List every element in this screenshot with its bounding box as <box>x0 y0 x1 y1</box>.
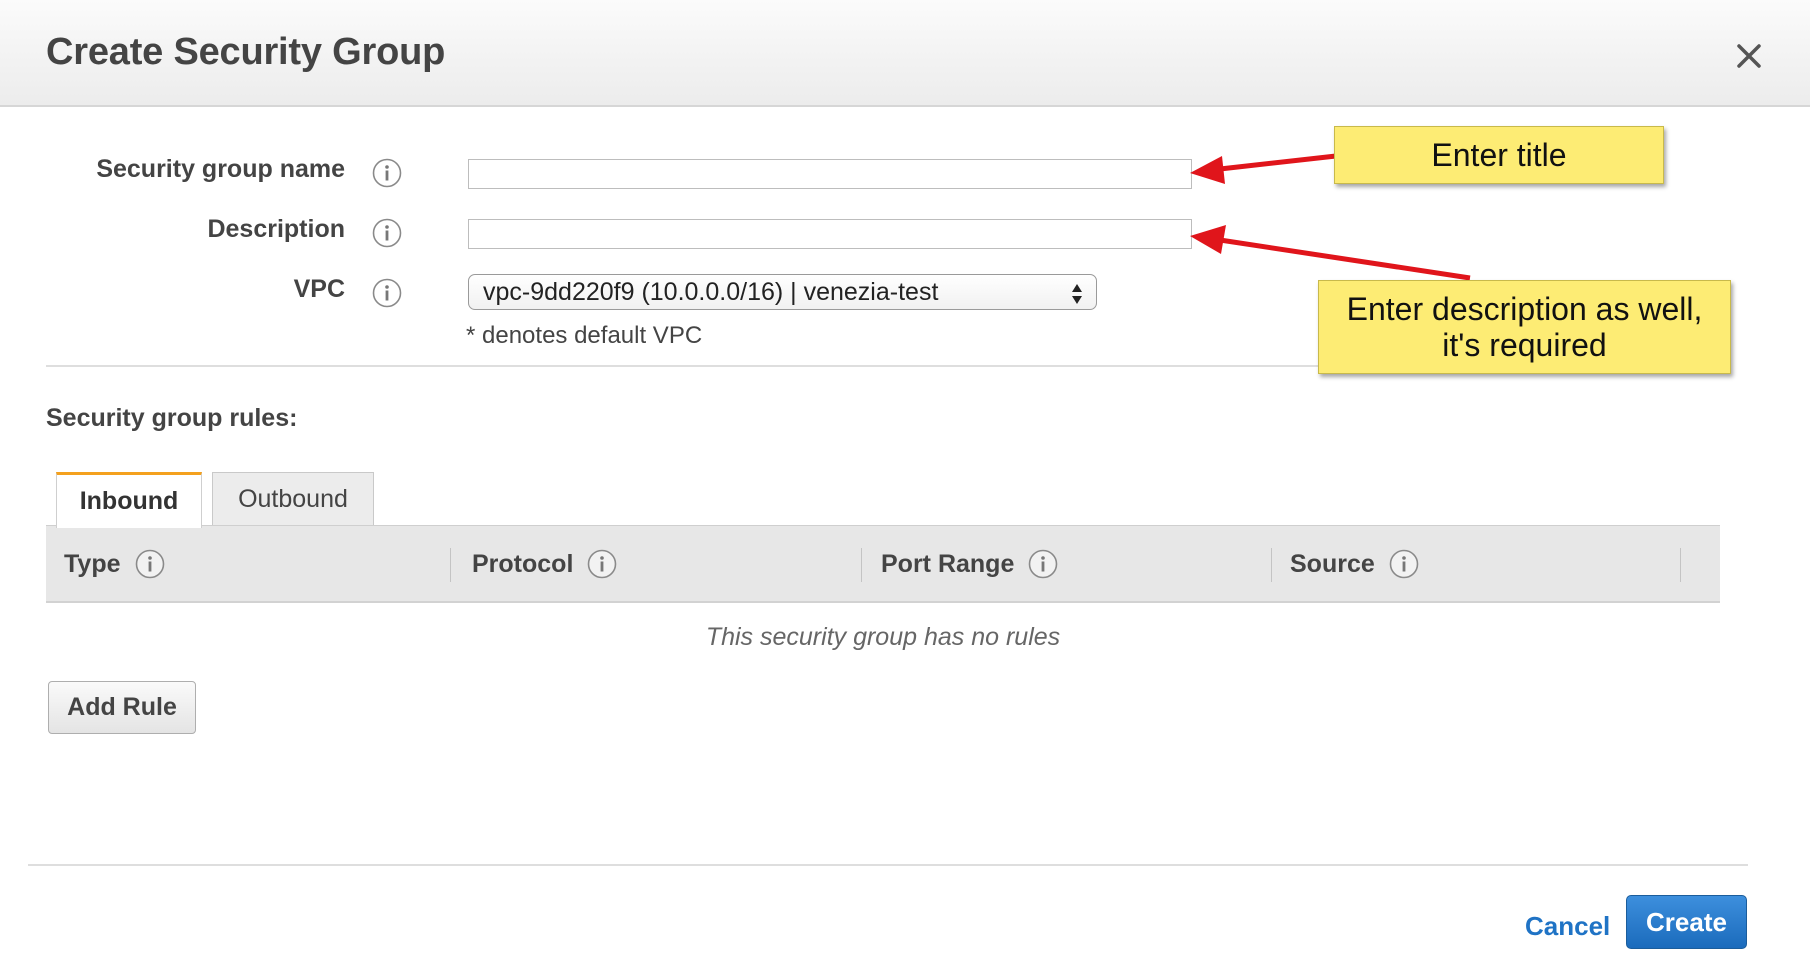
column-separator <box>861 548 862 582</box>
column-port-range[interactable]: Port Range <box>881 526 1058 602</box>
dialog-header: Create Security Group <box>0 0 1810 107</box>
tab-inbound-label: Inbound <box>79 487 179 515</box>
column-type-label: Type <box>64 549 121 578</box>
description-label-wrap: Description <box>95 215 345 247</box>
column-port-range-label: Port Range <box>881 549 1015 578</box>
annotation-note-title-text: Enter title <box>1431 137 1567 173</box>
column-source-label: Source <box>1290 549 1375 578</box>
arrow-to-name-input <box>1190 153 1337 184</box>
column-type[interactable]: Type <box>64 526 165 602</box>
description-label: Description <box>207 215 345 243</box>
empty-rules-message: This security group has no rules <box>705 623 1061 651</box>
column-separator <box>1680 548 1681 582</box>
select-arrows-icon <box>1072 284 1082 304</box>
annotation-note-description-text: Enter description as well, it's required <box>1346 291 1703 363</box>
close-icon[interactable] <box>1734 41 1764 71</box>
description-input[interactable] <box>468 219 1192 249</box>
vpc-label-wrap: VPC <box>95 275 345 307</box>
security-group-name-label: Security group name <box>96 155 345 183</box>
vpc-selected-value: vpc-9dd220f9 (10.0.0.0/16) | venezia-tes… <box>483 278 939 306</box>
security-group-name-input[interactable] <box>468 159 1192 189</box>
rules-table-header: Type Protocol Port Range Source <box>46 525 1720 603</box>
info-icon[interactable] <box>372 278 402 308</box>
dialog-title: Create Security Group <box>46 31 446 73</box>
footer-divider <box>28 864 1748 866</box>
info-icon[interactable] <box>135 549 165 579</box>
info-icon[interactable] <box>1389 549 1419 579</box>
tab-outbound-label: Outbound <box>238 485 348 513</box>
vpc-select[interactable]: vpc-9dd220f9 (10.0.0.0/16) | venezia-tes… <box>468 274 1097 310</box>
info-icon[interactable] <box>372 158 402 188</box>
annotation-note-description: Enter description as well, it's required <box>1318 280 1731 374</box>
info-icon[interactable] <box>372 218 402 248</box>
rules-section-title: Security group rules: <box>46 404 298 432</box>
create-button[interactable]: Create <box>1626 895 1747 949</box>
add-rule-button[interactable]: Add Rule <box>48 681 196 734</box>
column-protocol[interactable]: Protocol <box>472 526 617 602</box>
cancel-button[interactable]: Cancel <box>1525 911 1610 942</box>
annotation-note-title: Enter title <box>1334 126 1664 184</box>
column-separator <box>450 548 451 582</box>
info-icon[interactable] <box>1028 549 1058 579</box>
vpc-label: VPC <box>293 275 345 303</box>
info-icon[interactable] <box>587 549 617 579</box>
column-source[interactable]: Source <box>1290 526 1419 602</box>
name-label-wrap: Security group name <box>95 155 345 187</box>
arrow-to-description-input <box>1190 225 1471 281</box>
column-separator <box>1271 548 1272 582</box>
tab-outbound[interactable]: Outbound <box>212 472 374 526</box>
vpc-note: * denotes default VPC <box>466 322 703 349</box>
column-protocol-label: Protocol <box>472 549 574 578</box>
tab-inbound[interactable]: Inbound <box>56 472 202 528</box>
